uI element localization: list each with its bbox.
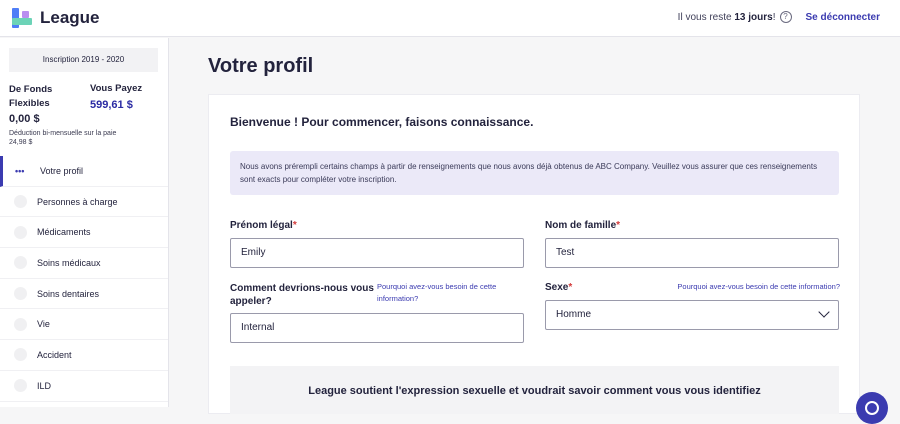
current-step-icon: ••• (15, 165, 25, 176)
sidebar-nav: ••• Votre profil Personnes à charge Médi… (0, 156, 168, 402)
payroll-deduction-label: Déduction bi-mensuelle sur la paie (9, 130, 117, 137)
step-status-icon (14, 287, 27, 301)
step-status-icon (14, 256, 27, 270)
sex-label: Sexe* (545, 282, 573, 293)
league-logo[interactable]: League (10, 6, 100, 30)
required-marker: * (292, 220, 297, 231)
sidebar-item-personnes-a-charge[interactable]: Personnes à charge (0, 187, 168, 218)
step-status-icon (14, 317, 27, 331)
payroll-deduction: Déduction bi-mensuelle sur la paie 24,98… (9, 129, 159, 147)
sex-select[interactable]: Homme (545, 300, 839, 330)
sidebar-item-ild[interactable]: ILD (0, 371, 168, 402)
logout-link[interactable]: Se déconnecter (806, 12, 880, 23)
sidebar-item-soins-dentaires[interactable]: Soins dentaires (0, 279, 168, 310)
enrollment-period: Inscription 2019 - 2020 (9, 48, 158, 72)
help-icon[interactable]: ? (779, 11, 792, 23)
first-name-field[interactable]: Emily (230, 238, 524, 268)
sex-why-link[interactable]: Pourquoi avez-vous besoin de cette infor… (647, 281, 840, 293)
required-marker: * (616, 220, 621, 231)
last-name-field[interactable]: Test (545, 238, 839, 268)
welcome-heading: Bienvenue ! Pour commencer, faisons conn… (230, 115, 534, 129)
payroll-deduction-amount: 24,98 $ (9, 139, 33, 146)
header-right: Il vous reste 13 jours! ? Se déconnecter (678, 11, 880, 23)
chat-icon (865, 401, 879, 415)
step-status-icon (14, 348, 27, 362)
sidebar-item-label: Vie (37, 319, 50, 330)
preferred-name-field[interactable]: Internal (230, 313, 524, 343)
sidebar-item-label: Soins médicaux (37, 257, 101, 268)
chevron-down-icon (818, 306, 830, 318)
sidebar-item-label: Personnes à charge (37, 196, 118, 207)
sidebar-item-vie[interactable]: Vie (0, 309, 168, 341)
you-pay-amount: 599,61 $ (90, 99, 133, 111)
sidebar-item-label: Accident (37, 349, 72, 360)
sidebar-item-soins-medicaux[interactable]: Soins médicaux (0, 248, 168, 279)
sidebar-item-label: Votre profil (40, 165, 84, 176)
step-status-icon (14, 379, 27, 393)
main-content: Votre profil Bienvenue ! Pour commencer,… (170, 38, 900, 414)
first-name-label: Prénom légal* (230, 220, 297, 231)
profile-card: Bienvenue ! Pour commencer, faisons conn… (208, 94, 860, 414)
sex-select-value: Homme (556, 309, 592, 320)
you-pay-label: Vous Payez (90, 83, 143, 94)
preferred-name-why-link[interactable]: Pourquoi avez-vous besoin de cette infor… (377, 281, 527, 305)
sidebar-item-label: Médicaments (37, 227, 91, 238)
brand-name: League (40, 8, 100, 27)
chat-help-button[interactable] (856, 392, 888, 424)
sidebar-item-label: Soins dentaires (37, 288, 100, 299)
sidebar-item-medicaments[interactable]: Médicaments (0, 217, 168, 249)
step-status-icon (14, 195, 27, 209)
enrollment-remaining: Il vous reste 13 jours! (677, 11, 776, 23)
preferred-name-label: Comment devrions-nous vous appeler? (230, 283, 374, 307)
sidebar-item-label: ILD (37, 380, 52, 391)
sidebar-item-votre-profil[interactable]: ••• Votre profil (0, 156, 168, 187)
step-status-icon (14, 225, 27, 239)
prefill-notice: Nous avons prérempli certains champs à p… (230, 151, 839, 195)
league-logo-icon (10, 6, 34, 30)
page-title: Votre profil (208, 55, 314, 77)
flex-funds-label: De Fonds Flexibles (9, 84, 53, 109)
required-marker: * (568, 282, 573, 293)
last-name-label: Nom de famille* (545, 220, 621, 231)
sidebar: Inscription 2019 - 2020 De Fonds Flexibl… (0, 38, 169, 407)
flex-funds-amount: 0,00 $ (9, 113, 40, 125)
top-bar: League Il vous reste 13 jours! ? Se déco… (0, 0, 900, 37)
sidebar-item-accident[interactable]: Accident (0, 340, 168, 371)
